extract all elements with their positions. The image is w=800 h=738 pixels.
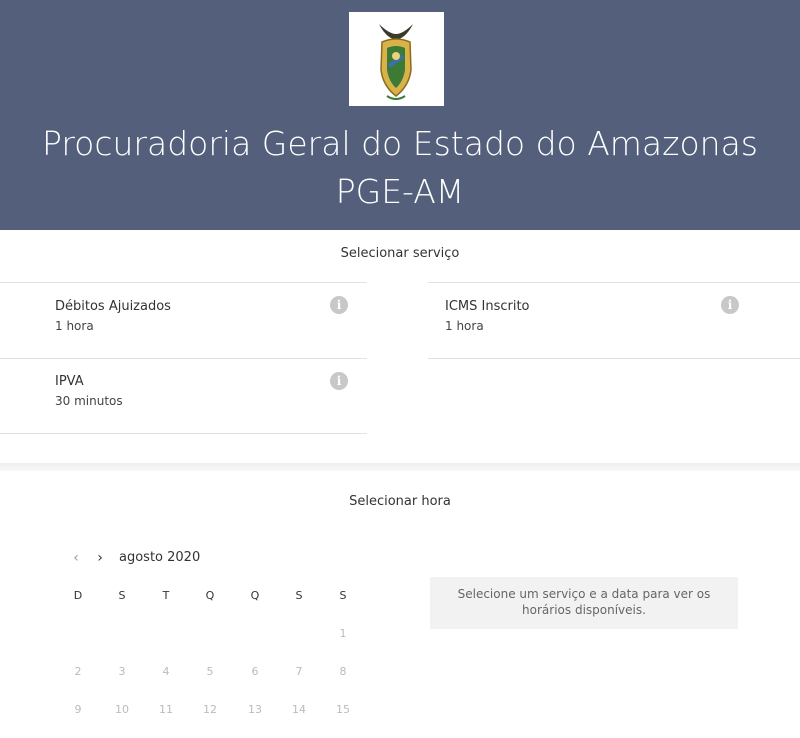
divider (428, 358, 800, 359)
calendar-day: 4 (162, 665, 170, 678)
services-section-title: Selecionar serviço (340, 246, 460, 261)
calendar-day: 1 (339, 627, 347, 640)
weekday-label: Q (205, 589, 215, 602)
calendar-day: 9 (74, 703, 82, 716)
calendar-month-label: agosto 2020 (119, 550, 201, 565)
divider (0, 433, 367, 434)
calendar-day: 6 (251, 665, 259, 678)
service-duration: 1 hora (55, 319, 94, 333)
calendar-day: 11 (159, 703, 173, 716)
calendar-day: 10 (115, 703, 129, 716)
calendar-day: 15 (336, 703, 350, 716)
coat-of-arms-icon (379, 24, 413, 100)
chevron-right-icon[interactable]: › (92, 549, 108, 567)
weekday-label: Q (250, 589, 260, 602)
chevron-left-icon[interactable]: ‹ (68, 549, 84, 567)
time-slots-message: Selecione um serviço e a data para ver o… (430, 577, 738, 629)
calendar-day: 3 (118, 665, 126, 678)
weekday-label: S (295, 589, 303, 602)
calendar-day: 8 (339, 665, 347, 678)
divider (0, 282, 367, 283)
calendar-day: 2 (74, 665, 82, 678)
calendar-day: 7 (295, 665, 303, 678)
weekday-label: S (339, 589, 347, 602)
service-item-ipva[interactable]: IPVA 30 minutos (55, 374, 365, 414)
calendar-day: 13 (248, 703, 262, 716)
info-icon[interactable]: i (330, 372, 348, 390)
logo (349, 12, 444, 106)
weekday-label: D (73, 589, 83, 602)
info-icon[interactable]: i (330, 296, 348, 314)
service-item-debitos-ajuizados[interactable]: Débitos Ajuizados 1 hora (55, 299, 365, 339)
calendar-day: 12 (203, 703, 217, 716)
calendar-day: 14 (292, 703, 306, 716)
weekday-label: S (118, 589, 126, 602)
calendar-day: 5 (206, 665, 214, 678)
header: Procuradoria Geral do Estado do Amazonas… (0, 0, 800, 230)
divider (428, 282, 800, 283)
service-item-icms-inscrito[interactable]: ICMS Inscrito 1 hora (445, 299, 745, 339)
service-duration: 1 hora (445, 319, 484, 333)
service-name: Débitos Ajuizados (55, 299, 171, 314)
weekday-label: T (162, 589, 170, 602)
info-icon[interactable]: i (721, 296, 739, 314)
service-name: ICMS Inscrito (445, 299, 530, 314)
service-duration: 30 minutos (55, 394, 123, 408)
section-separator (0, 463, 800, 471)
divider (0, 358, 367, 359)
time-section-title: Selecionar hora (349, 494, 451, 509)
service-name: IPVA (55, 374, 84, 389)
page-title: Procuradoria Geral do Estado do Amazonas… (42, 124, 758, 211)
